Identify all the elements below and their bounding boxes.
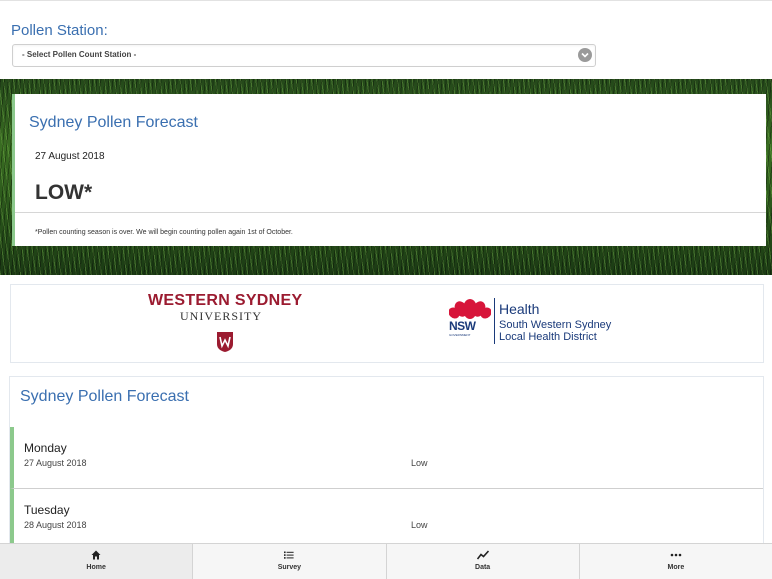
day-level: Low <box>411 458 428 468</box>
nav-home[interactable]: Home <box>0 544 194 579</box>
season-note: *Pollen counting season is over. We will… <box>35 229 293 236</box>
nsw-logo-text: NSW <box>449 319 476 333</box>
list-item[interactable]: Monday 27 August 2018 Low <box>10 427 763 489</box>
day-date: 28 August 2018 <box>24 520 87 530</box>
nav-label: Home <box>86 564 106 571</box>
current-forecast-card: Sydney Pollen Forecast 27 August 2018 LO… <box>12 94 766 246</box>
health-district-line1: South Western Sydney <box>499 319 612 331</box>
divider <box>15 212 766 213</box>
station-header: Pollen Station: - Select Pollen Count St… <box>0 0 772 80</box>
forecast-title: Sydney Pollen Forecast <box>29 114 198 131</box>
daily-forecast-title: Sydney Pollen Forecast <box>20 388 189 405</box>
forecast-date: 27 August 2018 <box>35 151 105 162</box>
nav-label: Survey <box>277 564 302 571</box>
nav-label: Data <box>475 564 491 571</box>
logo-separator <box>494 298 495 344</box>
chevron-down-icon <box>578 48 592 62</box>
wsu-shield-icon <box>217 332 233 352</box>
waratah-icon <box>449 299 491 319</box>
health-district-line2: Local Health District <box>499 331 597 343</box>
line-chart-icon <box>387 550 579 560</box>
day-level: Low <box>411 520 428 530</box>
nav-data[interactable]: Data <box>387 544 580 579</box>
nav-survey[interactable]: Survey <box>193 544 387 579</box>
wsu-logo-name: WESTERN SYDNEY <box>148 292 303 309</box>
bottom-nav: Home Survey Data More <box>0 543 772 579</box>
day-date: 27 August 2018 <box>24 458 87 468</box>
daily-forecast-section: Sydney Pollen Forecast Monday 27 August … <box>9 376 764 545</box>
station-label: Pollen Station: <box>11 22 108 39</box>
list-item[interactable]: Tuesday 28 August 2018 Low <box>10 489 763 544</box>
health-title: Health <box>499 301 540 317</box>
day-name: Tuesday <box>24 503 70 517</box>
station-select-value: - Select Pollen Count Station - <box>22 50 137 59</box>
list-icon <box>193 550 385 560</box>
partner-logos: WESTERN SYDNEY UNIVERSITY NSW GOVERNMENT… <box>10 284 764 363</box>
more-icon <box>580 550 772 560</box>
nav-more[interactable]: More <box>580 544 772 579</box>
day-name: Monday <box>24 441 67 455</box>
nav-label: More <box>667 564 685 571</box>
station-select[interactable]: - Select Pollen Count Station - <box>12 44 596 67</box>
home-icon <box>0 550 192 560</box>
nsw-government-text: GOVERNMENT <box>449 333 471 337</box>
wsu-logo-university: UNIVERSITY <box>180 309 262 323</box>
pollen-level: LOW* <box>35 181 93 204</box>
